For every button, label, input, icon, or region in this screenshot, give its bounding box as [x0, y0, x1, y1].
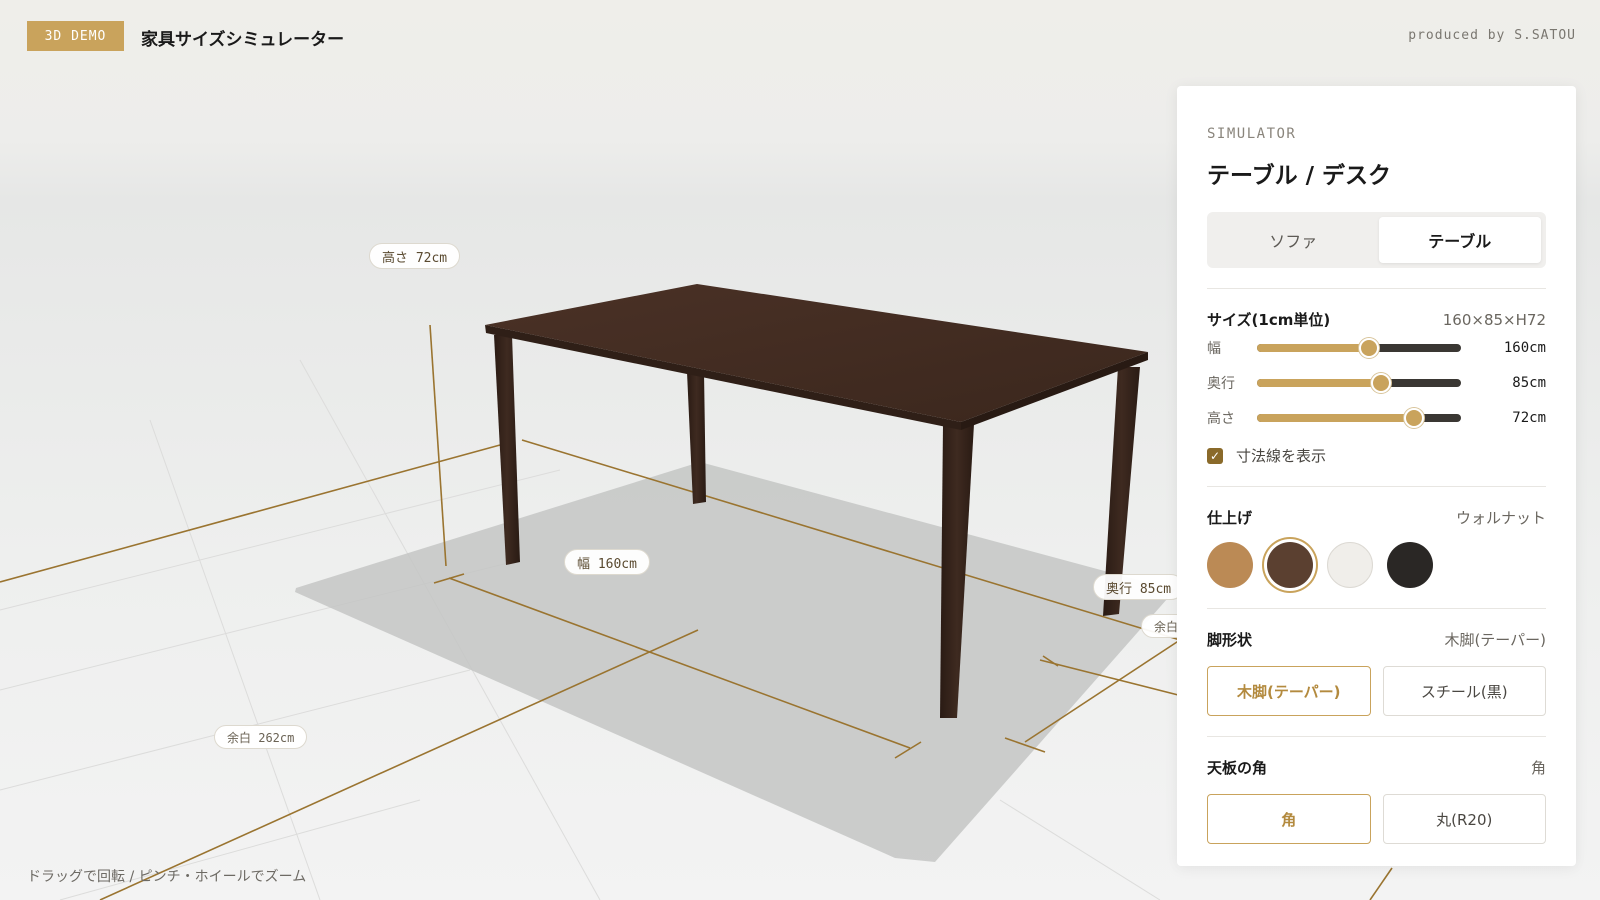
height-slider-row: 高さ 72cm — [1207, 400, 1546, 435]
furniture-type-tabs: ソファ テーブル — [1207, 212, 1546, 268]
size-section: サイズ(1cm単位) 160×85×H72 幅 160cm 奥行 85cm 高さ — [1207, 309, 1546, 466]
leg-option-wood-taper[interactable]: 木脚(テーパー) — [1207, 666, 1371, 716]
depth-slider[interactable] — [1257, 372, 1461, 393]
corner-option-round-r20[interactable]: 丸(R20) — [1382, 794, 1546, 844]
left-margin-label: 余白 262cm — [214, 725, 308, 749]
depth-value: 85cm — [1512, 374, 1546, 391]
height-value: 72cm — [1512, 409, 1546, 426]
app-title: 家具サイズシミュレーター — [141, 30, 345, 50]
credit-text: produced by S.SATOU — [1408, 28, 1576, 43]
finish-section-title: 仕上げ — [1207, 509, 1253, 527]
walnut-swatch[interactable] — [1267, 542, 1313, 588]
depth-dimension-label: 奥行 85cm — [1093, 574, 1185, 600]
corner-selected-value: 角 — [1530, 759, 1546, 777]
height-slider[interactable] — [1257, 407, 1461, 428]
show-dimensions-label[interactable]: 寸法線を表示 — [1236, 445, 1326, 466]
width-slider-row: 幅 160cm — [1207, 330, 1546, 365]
tab-sofa[interactable]: ソファ — [1212, 217, 1375, 263]
divider — [1207, 288, 1546, 289]
finish-swatches — [1207, 542, 1546, 588]
depth-slider-row: 奥行 85cm — [1207, 365, 1546, 400]
simulator-panel: SIMULATOR テーブル / デスク ソファ テーブル サイズ(1cm単位)… — [1177, 86, 1576, 866]
divider — [1207, 608, 1546, 609]
show-dimensions-checkbox[interactable]: ✓ — [1207, 447, 1223, 464]
tab-table[interactable]: テーブル — [1378, 217, 1541, 263]
depth-slider-thumb[interactable] — [1371, 372, 1392, 393]
black-swatch[interactable] — [1387, 542, 1433, 588]
width-dimension-label: 幅 160cm — [564, 549, 650, 575]
height-slider-thumb[interactable] — [1404, 407, 1425, 428]
panel-eyebrow: SIMULATOR — [1207, 126, 1297, 142]
legs-selected-value: 木脚(テーパー) — [1444, 631, 1546, 649]
depth-slider-fill — [1257, 378, 1382, 387]
legs-section: 脚形状 木脚(テーパー) 木脚(テーパー) スチール(黒) — [1207, 629, 1546, 716]
show-dimensions-row: ✓ 寸法線を表示 — [1207, 445, 1546, 466]
divider — [1207, 486, 1546, 487]
width-slider[interactable] — [1257, 337, 1461, 358]
demo-badge: 3D DEMO — [27, 21, 124, 51]
width-slider-label: 幅 — [1207, 340, 1221, 357]
tabletop — [485, 284, 1148, 430]
divider — [1207, 736, 1546, 737]
width-slider-thumb[interactable] — [1359, 337, 1380, 358]
checkmark-icon: ✓ — [1209, 448, 1221, 463]
leg-option-steel-black[interactable]: スチール(黒) — [1382, 666, 1546, 716]
height-slider-label: 高さ — [1207, 410, 1235, 427]
white-swatch[interactable] — [1327, 542, 1373, 588]
interaction-hint: ドラッグで回転 / ピンチ・ホイールでズーム — [27, 869, 307, 885]
corner-section: 天板の角 角 角 丸(R20) — [1207, 757, 1546, 844]
corner-section-title: 天板の角 — [1207, 759, 1268, 777]
size-summary: 160×85×H72 — [1442, 310, 1546, 329]
finish-section: 仕上げ ウォルナット — [1207, 507, 1546, 588]
height-slider-fill — [1257, 413, 1415, 422]
depth-slider-label: 奥行 — [1207, 375, 1235, 392]
corner-option-square[interactable]: 角 — [1207, 794, 1371, 844]
finish-selected-value: ウォルナット — [1455, 509, 1546, 527]
width-value: 160cm — [1503, 339, 1546, 356]
oak-swatch[interactable] — [1207, 542, 1253, 588]
table-shadow — [295, 462, 1175, 862]
height-dimension-label: 高さ 72cm — [369, 243, 461, 269]
panel-title: テーブル / デスク — [1207, 163, 1392, 189]
legs-section-title: 脚形状 — [1207, 631, 1253, 649]
size-section-title: サイズ(1cm単位) — [1207, 311, 1331, 329]
width-slider-fill — [1257, 343, 1370, 352]
